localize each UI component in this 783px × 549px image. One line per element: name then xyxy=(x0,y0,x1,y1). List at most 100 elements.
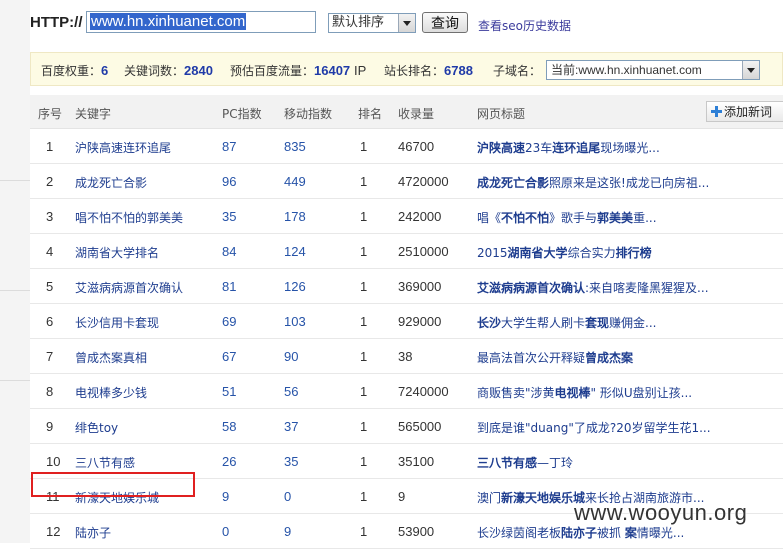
row-keyword[interactable]: 湖南省大学排名 xyxy=(75,244,159,261)
row-page-title[interactable]: 长沙大学生帮人刷卡套现赚佣金... xyxy=(477,314,777,331)
row-page-title[interactable]: 三八节有感—丁玲 xyxy=(477,454,777,471)
sort-select-value: 默认排序 xyxy=(332,15,385,30)
table-row: 9 绯色toy 58 37 1 565000 到底是谁"duang"了成龙?20岁留学生花1… xyxy=(30,409,783,444)
row-keyword[interactable]: 绯色toy xyxy=(75,419,118,436)
chevron-down-icon[interactable] xyxy=(398,14,415,32)
row-keyword[interactable]: 电视棒多少钱 xyxy=(75,384,147,401)
row-rank: 1 xyxy=(360,454,368,469)
webmaster-rank-stat: 站长排名：6788 xyxy=(384,63,473,78)
row-mobile-index[interactable]: 9 xyxy=(284,524,291,539)
row-mobile-index[interactable]: 449 xyxy=(284,174,306,189)
row-indexed: 4720000 xyxy=(398,174,449,189)
plus-icon xyxy=(711,106,722,117)
row-keyword[interactable]: 沪陕高速连环追尾 xyxy=(75,139,171,156)
table-body: 1 沪陕高速连环追尾 87 835 1 46700 沪陕高速23车连环追尾现场曝光... 2 成… xyxy=(30,129,783,549)
url-input[interactable]: www.hn.xinhuanet.com xyxy=(86,11,316,33)
row-index: 6 xyxy=(46,314,54,329)
row-keyword[interactable]: 长沙信用卡套现 xyxy=(75,314,159,331)
table-row: 7 曾成杰案真相 67 90 1 38 最高法首次公开释疑曾成杰案 xyxy=(30,339,783,374)
row-pc-index[interactable]: 96 xyxy=(222,174,236,189)
row-mobile-index[interactable]: 0 xyxy=(284,489,291,504)
table-row: 8 电视棒多少钱 51 56 1 7240000 商贩售卖"涉黄电视棒" 形似U盘别让孩..… xyxy=(30,374,783,409)
row-pc-index[interactable]: 67 xyxy=(222,349,236,364)
row-rank: 1 xyxy=(360,384,368,399)
row-indexed: 369000 xyxy=(398,279,442,294)
sort-select[interactable]: 默认排序 xyxy=(328,13,416,33)
row-mobile-index[interactable]: 56 xyxy=(284,384,298,399)
row-page-title[interactable]: 长沙绿茵阁老板陆亦子被抓 案情曝光... xyxy=(477,524,777,541)
row-index: 7 xyxy=(46,349,54,364)
row-mobile-index[interactable]: 835 xyxy=(284,139,306,154)
row-mobile-index[interactable]: 103 xyxy=(284,314,306,329)
row-keyword[interactable]: 三八节有感 xyxy=(75,454,135,471)
row-pc-index[interactable]: 81 xyxy=(222,279,236,294)
row-keyword[interactable]: 艾滋病病源首次确认 xyxy=(75,279,183,296)
table-row: 2 成龙死亡合影 96 449 1 4720000 成龙死亡合影照原来是这张!成龙已向房祖.… xyxy=(30,164,783,199)
site-stats-bar: 百度权重：6 关键词数：2840 预估百度流量：16407 IP 站长排名：67… xyxy=(30,52,783,86)
row-page-title[interactable]: 最高法首次公开释疑曾成杰案 xyxy=(477,349,777,366)
keyword-count-stat: 关键词数：2840 xyxy=(124,63,213,78)
row-mobile-index[interactable]: 124 xyxy=(284,244,306,259)
row-pc-index[interactable]: 26 xyxy=(222,454,236,469)
baidu-weight-stat: 百度权重：6 xyxy=(41,63,109,78)
row-rank: 1 xyxy=(360,209,368,224)
row-rank: 1 xyxy=(360,314,368,329)
baidu-traffic-value: 16407 xyxy=(314,63,351,78)
left-gutter xyxy=(0,0,30,543)
header-index: 序号 xyxy=(38,107,63,121)
table-row: 10 三八节有感 26 35 1 35100 三八节有感—丁玲 xyxy=(30,444,783,479)
row-pc-index[interactable]: 9 xyxy=(222,489,229,504)
row-indexed: 35100 xyxy=(398,454,435,469)
row-indexed: 7240000 xyxy=(398,384,449,399)
row-keyword[interactable]: 唱不怕不怕的郭美美 xyxy=(75,209,183,226)
header-keyword: 关键字 xyxy=(75,107,112,121)
table-row: 3 唱不怕不怕的郭美美 35 178 1 242000 唱《不怕不怕》歌手与郭美美重... xyxy=(30,199,783,234)
chevron-down-icon[interactable] xyxy=(742,61,759,79)
row-index: 10 xyxy=(46,454,61,469)
row-page-title[interactable]: 唱《不怕不怕》歌手与郭美美重... xyxy=(477,209,777,226)
row-rank: 1 xyxy=(360,489,368,504)
row-pc-index[interactable]: 51 xyxy=(222,384,236,399)
row-pc-index[interactable]: 87 xyxy=(222,139,236,154)
add-keyword-button[interactable]: 添加新词 xyxy=(706,101,783,122)
row-page-title[interactable]: 2015湖南省大学综合实力排行榜 xyxy=(477,244,777,261)
row-page-title[interactable]: 到底是谁"duang"了成龙?20岁留学生花1... xyxy=(477,419,777,436)
row-page-title[interactable]: 艾滋病病源首次确认:来自喀麦隆黑猩猩及... xyxy=(477,279,777,296)
subdomain-select[interactable]: 当前:www.hn.xinhuanet.com xyxy=(546,60,760,80)
row-mobile-index[interactable]: 35 xyxy=(284,454,298,469)
subdomain-label: 子域名： xyxy=(493,64,542,78)
row-rank: 1 xyxy=(360,139,368,154)
header-page-title: 网页标题 xyxy=(477,107,526,121)
row-mobile-index[interactable]: 37 xyxy=(284,419,298,434)
header-rank: 排名 xyxy=(358,107,383,121)
row-keyword[interactable]: 新濠天地娱乐城 xyxy=(75,489,159,506)
protocol-label: HTTP:// xyxy=(30,14,83,31)
query-button[interactable]: 查询 xyxy=(422,12,468,33)
row-keyword[interactable]: 成龙死亡合影 xyxy=(75,174,147,191)
row-indexed: 46700 xyxy=(398,139,435,154)
row-mobile-index[interactable]: 178 xyxy=(284,209,306,224)
row-indexed: 2510000 xyxy=(398,244,449,259)
row-index: 11 xyxy=(46,489,60,504)
watermark: www.wooyun.org xyxy=(574,500,748,525)
row-pc-index[interactable]: 58 xyxy=(222,419,236,434)
row-pc-index[interactable]: 35 xyxy=(222,209,236,224)
row-pc-index[interactable]: 0 xyxy=(222,524,229,539)
row-page-title[interactable]: 成龙死亡合影照原来是这张!成龙已向房祖... xyxy=(477,174,777,191)
row-keyword[interactable]: 曾成杰案真相 xyxy=(75,349,147,366)
row-mobile-index[interactable]: 126 xyxy=(284,279,306,294)
seo-history-link[interactable]: 查看seo历史数据 xyxy=(478,17,571,34)
row-index: 4 xyxy=(46,244,54,259)
row-page-title[interactable]: 沪陕高速23车连环追尾现场曝光... xyxy=(477,139,777,156)
webmaster-rank-value: 6788 xyxy=(444,63,473,78)
row-pc-index[interactable]: 69 xyxy=(222,314,236,329)
header-pc-index: PC指数 xyxy=(222,107,262,121)
row-keyword[interactable]: 陆亦子 xyxy=(75,524,111,541)
search-bar: HTTP:// www.hn.xinhuanet.com 默认排序 查询 查看s… xyxy=(30,10,783,38)
table-row: 6 长沙信用卡套现 69 103 1 929000 长沙大学生帮人刷卡套现赚佣金... xyxy=(30,304,783,339)
row-page-title[interactable]: 商贩售卖"涉黄电视棒" 形似U盘别让孩... xyxy=(477,384,777,401)
row-index: 8 xyxy=(46,384,54,399)
header-mobile-index: 移动指数 xyxy=(284,107,333,121)
row-mobile-index[interactable]: 90 xyxy=(284,349,298,364)
row-pc-index[interactable]: 84 xyxy=(222,244,236,259)
